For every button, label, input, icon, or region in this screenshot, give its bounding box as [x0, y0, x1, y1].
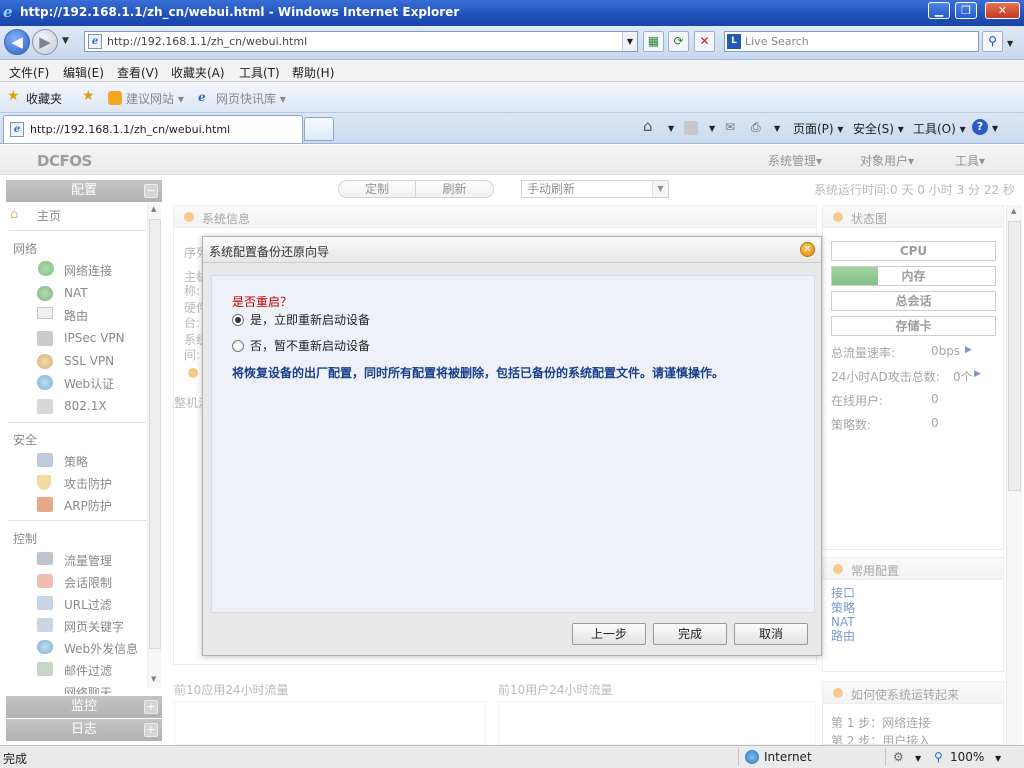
divider	[738, 748, 739, 766]
address-dropdown-icon[interactable]: ▼	[622, 32, 637, 51]
safety-menu[interactable]: 安全(S) ▾	[853, 120, 904, 137]
previous-button[interactable]: 上一步	[572, 623, 646, 645]
minimize-button[interactable]: ▁	[928, 2, 950, 19]
address-text: http://192.168.1.1/zh_cn/webui.html	[107, 35, 308, 48]
menu-favorites[interactable]: 收藏夹(A)	[171, 64, 225, 81]
dialog-body: 是否重启？ 是，立即重新启动设备 否，暂不重新启动设备 将恢复设备的出厂配置，同…	[211, 275, 815, 613]
help-icon[interactable]: ?	[972, 119, 988, 135]
menu-file[interactable]: 文件(F)	[9, 64, 49, 81]
page-icon: e	[88, 34, 102, 49]
restart-later-label[interactable]: 否，暂不重新启动设备	[250, 337, 370, 354]
cancel-button[interactable]: 取消	[734, 623, 808, 645]
compatibility-view-icon[interactable]: ▦	[643, 31, 664, 52]
history-dropdown-icon[interactable]: ▼	[62, 36, 69, 46]
dialog-header: 系统配置备份还原向导 ✕	[203, 237, 821, 263]
ie-logo-icon: e	[3, 3, 13, 21]
forward-button[interactable]: ▶	[32, 29, 58, 55]
refresh-icon[interactable]: ⟳	[668, 31, 689, 52]
help-dropdown-icon[interactable]: ▼	[992, 124, 998, 133]
search-input[interactable]: L Live Search	[724, 31, 979, 52]
zoom-level[interactable]: 100%	[950, 750, 984, 764]
favorites-bar: ★ 收藏夹 ★ 建议网站 ▾ e 网页快讯库 ▾	[0, 83, 1024, 113]
home-dropdown-icon[interactable]: ▼	[668, 124, 674, 133]
menu-view[interactable]: 查看(V)	[117, 64, 159, 81]
address-input[interactable]: e http://192.168.1.1/zh_cn/webui.html ▼	[84, 31, 638, 52]
security-zone: Internet	[764, 750, 812, 764]
tools-menu[interactable]: 工具(O) ▾	[913, 120, 966, 137]
search-options-icon[interactable]: ▼	[1007, 39, 1013, 48]
feeds-icon[interactable]	[684, 121, 698, 135]
back-button[interactable]: ◀	[4, 29, 30, 55]
live-search-logo-icon: L	[727, 34, 741, 49]
restore-wizard-dialog: 系统配置备份还原向导 ✕ 是否重启？ 是，立即重新启动设备 否，暂不重新启动设备…	[202, 236, 822, 656]
tab-webui[interactable]: e http://192.168.1.1/zh_cn/webui.html	[3, 115, 303, 143]
add-favorite-icon[interactable]: ★	[82, 88, 95, 104]
menu-help[interactable]: 帮助(H)	[292, 64, 334, 81]
suggested-sites-icon	[108, 91, 122, 105]
print-icon[interactable]: ⎙	[751, 120, 761, 135]
dialog-title: 系统配置备份还原向导	[209, 245, 330, 259]
radio-restart-later[interactable]	[232, 340, 244, 352]
tab-page-icon: e	[10, 122, 24, 137]
close-window-button[interactable]: ✕	[985, 2, 1020, 19]
tab-bar: e http://192.168.1.1/zh_cn/webui.html ⌂ …	[0, 113, 1024, 144]
print-dropdown-icon[interactable]: ▼	[774, 124, 780, 133]
stop-icon[interactable]: ✕	[694, 31, 715, 52]
menu-bar: 文件(F) 编辑(E) 查看(V) 收藏夹(A) 工具(T) 帮助(H)	[0, 60, 1024, 82]
divider	[885, 748, 886, 766]
suggested-sites-button[interactable]: 建议网站 ▾	[126, 90, 184, 107]
internet-zone-icon	[745, 750, 759, 764]
favorites-button[interactable]: 收藏夹	[26, 90, 62, 107]
menu-edit[interactable]: 编辑(E)	[63, 64, 104, 81]
finish-button[interactable]: 完成	[653, 623, 727, 645]
read-mail-icon[interactable]: ✉	[725, 120, 735, 134]
search-icon[interactable]: ⚲	[982, 31, 1003, 52]
menu-tools[interactable]: 工具(T)	[239, 64, 280, 81]
window-title: http://192.168.1.1/zh_cn/webui.html - Wi…	[20, 5, 460, 19]
factory-reset-warning: 将恢复设备的出厂配置，同时所有配置将被删除，包括已备份的系统配置文件。请谨慎操作…	[232, 366, 725, 380]
home-icon[interactable]: ⌂	[643, 117, 653, 135]
protected-mode-dropdown-icon[interactable]: ▼	[915, 754, 921, 763]
maximize-button[interactable]: ❐	[955, 2, 977, 19]
tab-title: http://192.168.1.1/zh_cn/webui.html	[30, 123, 231, 136]
feeds-dropdown-icon[interactable]: ▼	[709, 124, 715, 133]
protected-mode-icon[interactable]: ⚙	[893, 750, 904, 764]
new-tab-button[interactable]	[304, 117, 334, 141]
browser-status-bar: 完成 Internet ⚙ ▼ ⚲ 100% ▼	[0, 745, 1024, 768]
page-menu[interactable]: 页面(P) ▾	[793, 120, 843, 137]
dialog-close-icon[interactable]: ✕	[800, 242, 815, 257]
search-placeholder: Live Search	[745, 35, 809, 48]
zoom-dropdown-icon[interactable]: ▼	[995, 754, 1001, 763]
web-slice-gallery-button[interactable]: 网页快讯库 ▾	[216, 90, 286, 107]
window-title-bar: e http://192.168.1.1/zh_cn/webui.html - …	[0, 0, 1024, 26]
favorites-star-icon: ★	[7, 88, 20, 104]
restart-question: 是否重启？	[232, 295, 293, 309]
zoom-icon: ⚲	[934, 750, 943, 764]
web-slice-icon: e	[198, 90, 206, 104]
restart-now-label[interactable]: 是，立即重新启动设备	[250, 311, 370, 328]
address-toolbar: ◀ ▶ ▼ e http://192.168.1.1/zh_cn/webui.h…	[0, 26, 1024, 60]
radio-restart-now[interactable]	[232, 314, 244, 326]
status-text: 完成	[3, 752, 28, 766]
